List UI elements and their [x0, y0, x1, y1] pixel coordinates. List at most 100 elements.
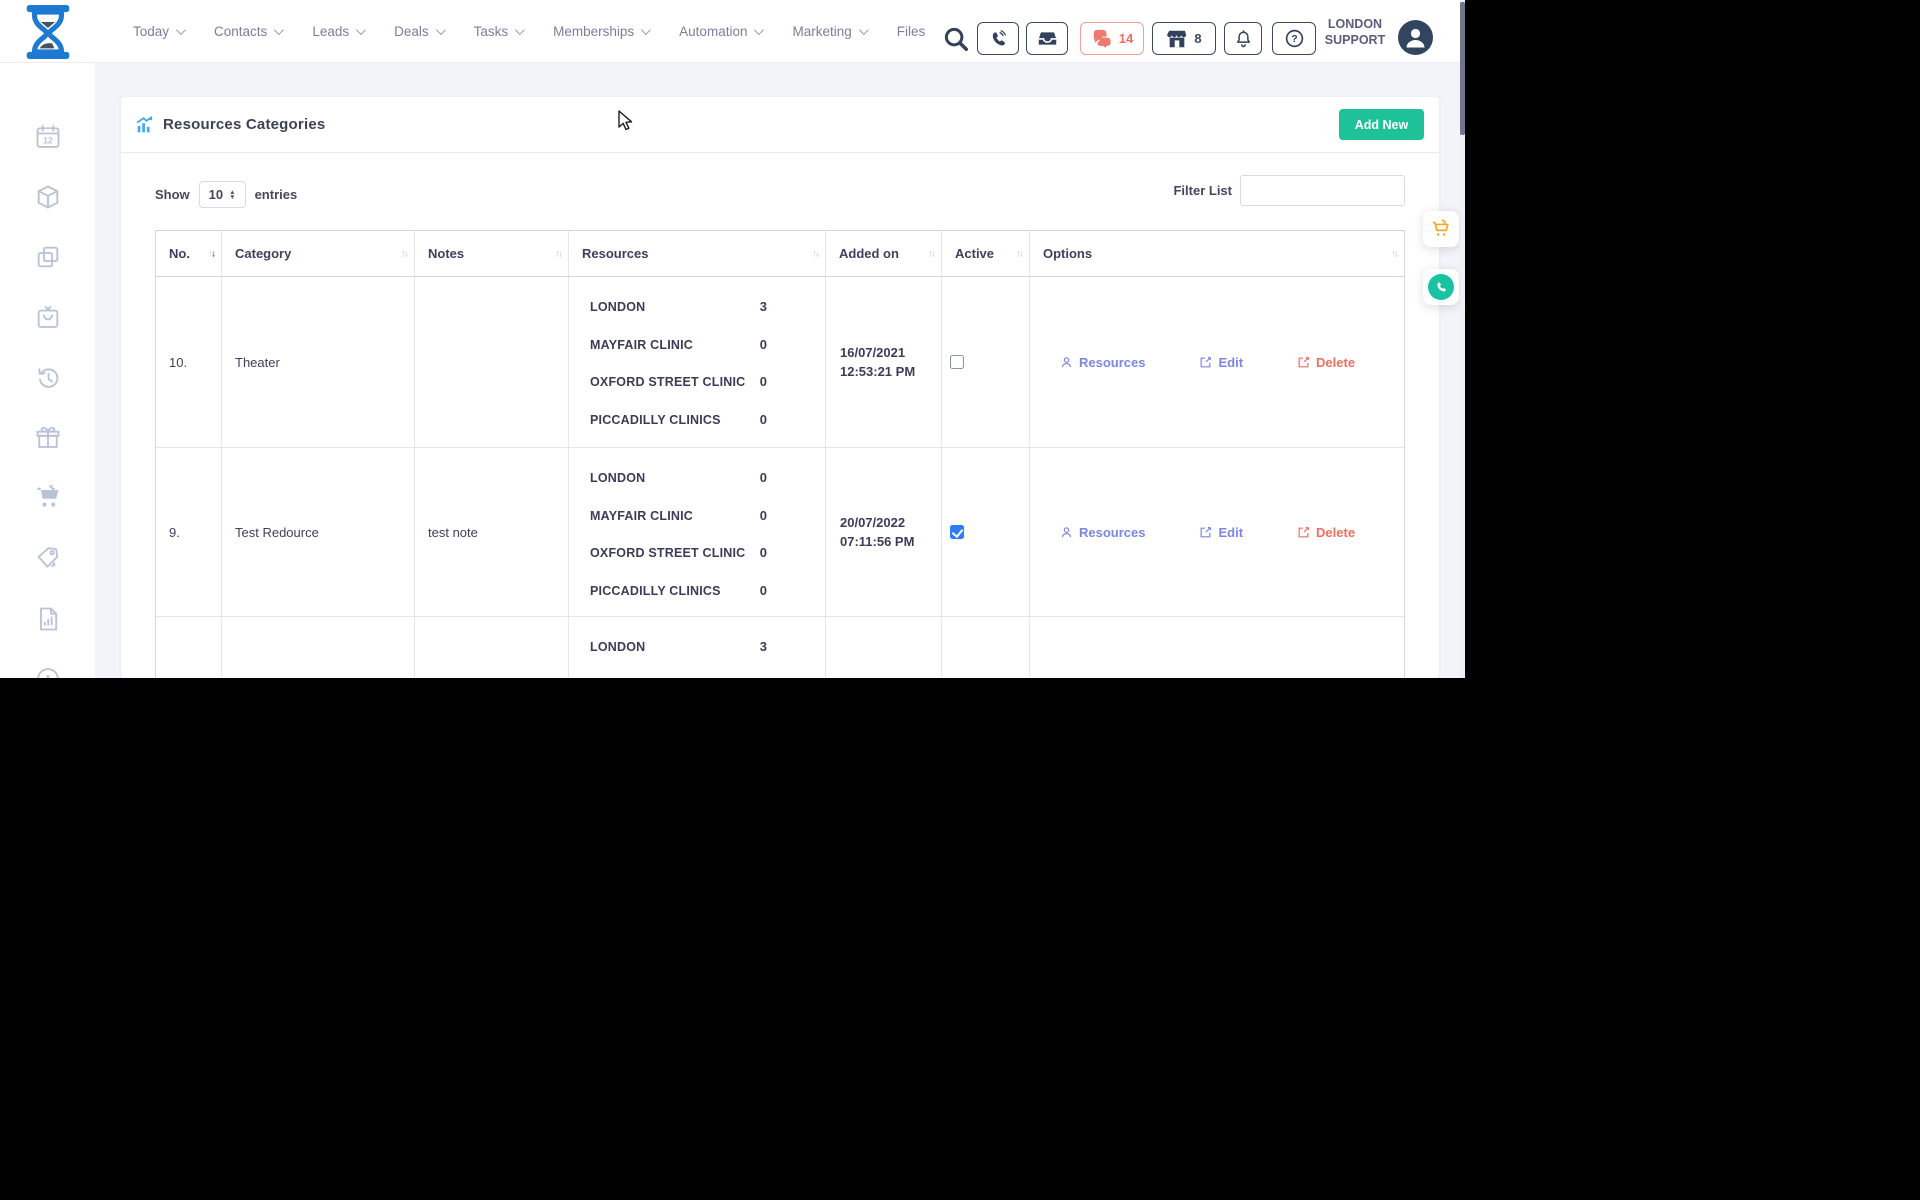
- added-time: 12:53:21 PM: [840, 364, 916, 379]
- resource-count: 0: [759, 470, 767, 485]
- cell-options: Resources Edit Delete: [1030, 277, 1404, 447]
- gift-icon[interactable]: [34, 423, 62, 451]
- copy-icon[interactable]: [34, 243, 62, 271]
- resource-line: PICCADILLY CLINICS 0: [590, 410, 767, 430]
- svg-text:?: ?: [1291, 33, 1297, 45]
- cell-added-on: 16/07/2021 12:53:21 PM: [826, 277, 942, 447]
- column-label: Category: [235, 246, 292, 261]
- added-date: 16/07/2021: [840, 345, 906, 360]
- column-header-notes[interactable]: Notes ↑↓: [415, 231, 569, 276]
- page-size-select[interactable]: 10 ▲ ▼: [198, 181, 246, 208]
- resource-count: 3: [759, 299, 767, 314]
- edit-link-label: Edit: [1218, 524, 1244, 540]
- add-new-button[interactable]: Add New: [1339, 109, 1424, 140]
- circle-partial-icon[interactable]: [34, 665, 62, 678]
- package-icon[interactable]: [34, 183, 62, 211]
- svg-text:12: 12: [43, 135, 53, 145]
- filter-input[interactable]: [1240, 175, 1405, 206]
- cell-active: [942, 448, 1030, 616]
- column-label: No.: [169, 246, 190, 261]
- search-icon[interactable]: [941, 24, 971, 54]
- filter-control: Filter List: [1173, 175, 1405, 206]
- edit-link[interactable]: Edit: [1199, 355, 1243, 370]
- inbox-button[interactable]: [1026, 22, 1068, 55]
- user-name-line2: SUPPORT: [1324, 33, 1386, 47]
- column-label: Added on: [839, 246, 899, 261]
- cell-added-on: 20/07/2022 07:11:56 PM: [826, 448, 942, 616]
- resource-line: LONDON 3: [590, 637, 767, 657]
- calendar-12-icon[interactable]: 12: [34, 123, 62, 151]
- sort-icon: ↑↓: [928, 248, 936, 259]
- resource-line: OXFORD STREET CLINIC 0: [590, 543, 767, 563]
- report-icon[interactable]: [34, 605, 62, 633]
- user-name[interactable]: LONDON SUPPORT: [1322, 16, 1388, 48]
- column-label: Active: [955, 246, 995, 261]
- active-checkbox[interactable]: [950, 525, 964, 539]
- cell-notes: [415, 617, 569, 678]
- page-size-value: 10: [208, 187, 224, 202]
- column-header-active[interactable]: Active ↑↓: [942, 231, 1030, 276]
- column-header-added-on[interactable]: Added on ↑↓: [826, 231, 942, 276]
- floating-cart-button[interactable]: [1423, 211, 1459, 247]
- delete-icon: [1298, 526, 1310, 537]
- column-header-resources[interactable]: Resources ↑↓: [569, 231, 826, 276]
- resource-line: OXFORD STREET CLINIC 0: [590, 372, 767, 392]
- tag-icon[interactable]: [34, 544, 62, 572]
- cell-notes: [415, 277, 569, 447]
- column-label: Options: [1043, 246, 1093, 261]
- avatar[interactable]: [1398, 20, 1433, 55]
- delete-link[interactable]: Delete: [1297, 355, 1355, 370]
- phone-icon: [1437, 282, 1446, 292]
- cart-icon: [1432, 219, 1449, 236]
- resource-count: 0: [759, 582, 767, 598]
- column-header-options[interactable]: Options ↑↓: [1030, 231, 1404, 276]
- delete-link[interactable]: Delete: [1297, 525, 1355, 540]
- question-mark-icon: ?: [1285, 29, 1303, 48]
- resources-link[interactable]: Resources: [1060, 525, 1145, 540]
- edit-link-label: Edit: [1218, 354, 1244, 370]
- floating-phone-button[interactable]: [1423, 269, 1459, 305]
- resource-count: 0: [759, 411, 767, 427]
- bell-icon: [1236, 29, 1250, 47]
- table-row-partial: LONDON 3: [156, 617, 1404, 678]
- added-date: 20/07/2022: [840, 515, 906, 530]
- topbar-actions: 14 8 ? LONDON SUPPORT: [0, 0, 1465, 63]
- chat-button[interactable]: 14: [1080, 22, 1144, 55]
- chat-bubbles-icon: [1093, 29, 1112, 49]
- bag-icon[interactable]: [34, 303, 62, 331]
- store-count-badge: 8: [1194, 31, 1202, 46]
- person-icon: [1061, 356, 1072, 367]
- edit-link[interactable]: Edit: [1199, 525, 1243, 540]
- table-controls: Show 10 ▲ ▼ entries Filter List: [121, 153, 1439, 229]
- sort-icon: ↑↓: [401, 248, 409, 259]
- store-button[interactable]: 8: [1152, 22, 1216, 55]
- scrollbar-thumb[interactable]: [1460, 2, 1465, 135]
- resources-link-label: Resources: [1079, 524, 1146, 540]
- page-title: Resources Categories: [163, 116, 326, 133]
- person-icon: [1406, 28, 1425, 48]
- topbar: Today Contacts Leads Deals Tasks Members…: [0, 0, 1465, 63]
- active-checkbox[interactable]: [950, 355, 964, 369]
- resource-name: PICCADILLY CLINICS: [590, 412, 721, 427]
- resource-count: 0: [759, 507, 767, 523]
- history-icon[interactable]: [34, 364, 62, 392]
- person-icon: [1061, 526, 1072, 537]
- table-row: 9. Test Redource test note LONDON 0 MAYFA…: [156, 448, 1404, 617]
- scrollbar-track[interactable]: [1460, 0, 1465, 678]
- cart-icon[interactable]: [34, 483, 62, 511]
- column-label: Resources: [582, 246, 649, 261]
- app-window: Today Contacts Leads Deals Tasks Members…: [0, 0, 1465, 678]
- column-header-category[interactable]: Category ↑↓: [222, 231, 415, 276]
- column-header-no[interactable]: No. ↑↓: [156, 231, 222, 276]
- resource-line: MAYFAIR CLINIC 0: [590, 506, 767, 526]
- edit-icon: [1201, 526, 1212, 537]
- phone-button[interactable]: [977, 22, 1019, 55]
- sort-icon: ↑↓: [208, 248, 216, 259]
- cell-no: 10.: [156, 277, 222, 447]
- chat-count-badge: 14: [1118, 31, 1134, 46]
- resource-count: 0: [759, 336, 767, 352]
- resource-count: 0: [759, 374, 767, 389]
- notifications-button[interactable]: [1224, 22, 1262, 55]
- resources-link[interactable]: Resources: [1060, 355, 1145, 370]
- help-button[interactable]: ?: [1272, 22, 1316, 55]
